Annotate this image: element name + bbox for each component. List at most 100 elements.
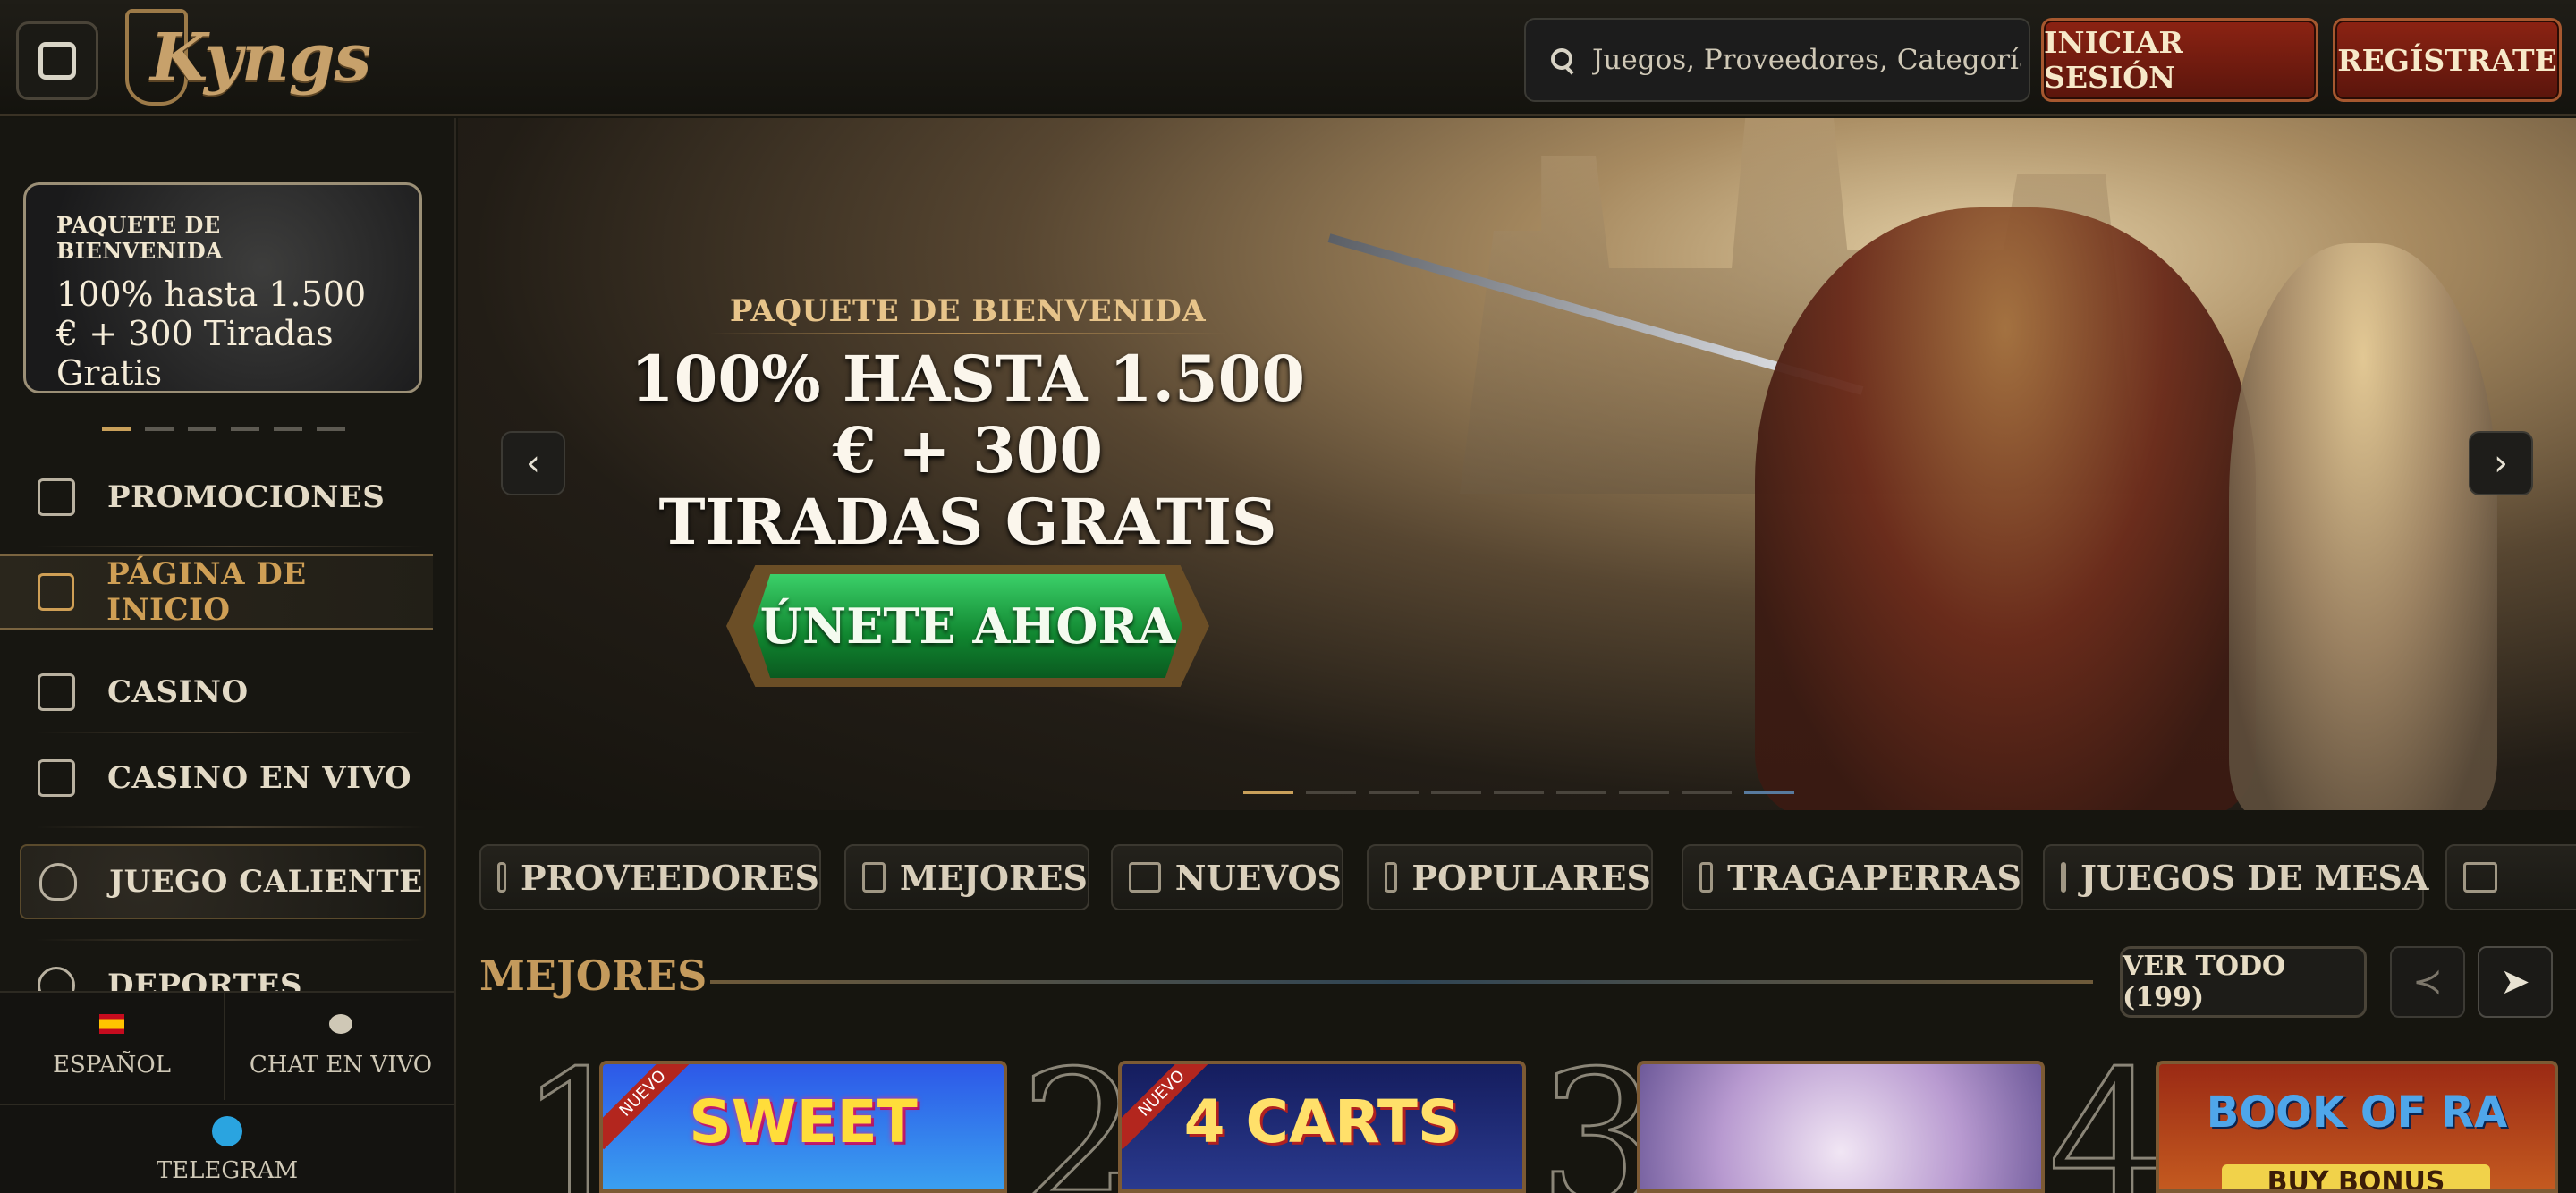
telegram-icon (212, 1116, 242, 1146)
search-box[interactable] (1524, 18, 2030, 102)
sidebar-item-label: CASINO (107, 674, 249, 710)
carousel-dot[interactable] (231, 427, 259, 431)
flame-icon (1385, 862, 1398, 893)
category-bar: PROVEEDORES MEJORES NUEVOS POPULARES TRA… (479, 844, 2576, 912)
menu-icon (38, 42, 76, 80)
carousel-dot[interactable] (1556, 791, 1606, 794)
spain-flag-icon (99, 1014, 124, 1034)
chest-icon (1129, 862, 1161, 893)
sidebar-item-casino[interactable]: CASINO (0, 655, 433, 730)
category-label: POPULARES (1411, 857, 1651, 898)
game-card[interactable]: BOOK OF RA BUY BONUS (2156, 1061, 2558, 1193)
see-all-button[interactable]: VER TODO (199) (2120, 946, 2367, 1018)
hero-prev-button[interactable]: ‹ (501, 431, 565, 495)
carousel-dot[interactable] (1682, 791, 1732, 794)
cta-label: ÚNETE AHORA (753, 574, 1182, 678)
chat-bubble-icon (329, 1014, 352, 1034)
cards-icon (38, 759, 75, 797)
carousel-dot[interactable] (274, 427, 302, 431)
top-bar: Kyngs INICIAR SESIÓN REGÍSTRATE (0, 0, 2576, 116)
game-title: 4 CARTS (1183, 1087, 1461, 1156)
sidebar-item-label: JUEGO CALIENTE (109, 864, 423, 900)
rank-number: 4 (2047, 1030, 2170, 1193)
category-chip-more[interactable] (2445, 844, 2576, 910)
carousel-dot[interactable] (1306, 791, 1356, 794)
promo-offer: 100% hasta 1.500 € + 300 Tiradas Gratis (56, 275, 367, 393)
language-selector[interactable]: ESPAÑOL (0, 993, 225, 1100)
queen-illustration (2229, 243, 2497, 810)
welcome-promo-card[interactable]: PAQUETE DE BIENVENIDA 100% hasta 1.500 €… (23, 182, 422, 393)
games-next-button[interactable]: ➤ (2478, 946, 2553, 1018)
sidebar-item-label: PROMOCIONES (107, 479, 386, 515)
game-title: SWEET (689, 1087, 918, 1156)
language-label: ESPAÑOL (52, 1052, 171, 1079)
hero-headline-line2: TIRADAS GRATIS (658, 485, 1277, 559)
carousel-dot[interactable] (317, 427, 345, 431)
sidebar-item-label: PÁGINA DE INICIO (106, 556, 307, 628)
category-label: TRAGAPERRAS (1727, 857, 2021, 898)
carousel-dot[interactable] (1243, 791, 1293, 794)
sidebar-item-promociones[interactable]: PROMOCIONES (0, 460, 433, 535)
carousel-dot[interactable] (1431, 791, 1481, 794)
hero-headline: 100% HASTA 1.500 € + 300 TIRADAS GRATIS (601, 343, 1335, 558)
sidebar-footer: ESPAÑOL CHAT EN VIVO TELEGRAM (0, 991, 454, 1193)
category-label: NUEVOS (1174, 857, 1342, 898)
divider (36, 939, 426, 941)
casino-building-icon (38, 673, 75, 711)
register-button[interactable]: REGÍSTRATE (2333, 18, 2562, 102)
hero-carousel-dots (1243, 791, 1794, 794)
live-chat-button[interactable]: CHAT EN VIVO (227, 993, 454, 1100)
carousel-dot[interactable] (1619, 791, 1669, 794)
lightning-icon (862, 862, 886, 893)
game-card[interactable]: NUEVO 4 CARTS (1118, 1061, 1526, 1193)
carousel-dot[interactable] (188, 427, 216, 431)
promo-kicker: PAQUETE DE BIENVENIDA (56, 212, 224, 264)
category-label: MEJORES (899, 857, 1088, 898)
carousel-dot[interactable] (1744, 791, 1794, 794)
drops-wins-icon (2463, 862, 2497, 893)
sidebar-item-inicio[interactable]: PÁGINA DE INICIO (0, 554, 433, 630)
carousel-dot[interactable] (102, 427, 131, 431)
sidebar-item-casino-en-vivo[interactable]: CASINO EN VIVO (0, 740, 433, 816)
hero-headline-line1: 100% HASTA 1.500 € + 300 (630, 342, 1306, 487)
divider (36, 732, 426, 733)
brand-name: Kyngs (150, 20, 371, 97)
brand-logo[interactable]: Kyngs (125, 9, 371, 107)
hero-next-button[interactable]: › (2469, 431, 2533, 495)
game-title: BOOK OF RA (2206, 1087, 2508, 1138)
sidebar: PAQUETE DE BIENVENIDA 100% hasta 1.500 €… (0, 118, 456, 1193)
category-chip-tragaperras[interactable]: TRAGAPERRAS (1682, 844, 2023, 910)
game-subtitle: BUY BONUS (2222, 1164, 2490, 1189)
table-cards-icon (2061, 862, 2066, 893)
category-chip-proveedores[interactable]: PROVEEDORES (479, 844, 821, 910)
search-input[interactable] (1592, 44, 2021, 76)
gift-icon (38, 478, 75, 516)
game-card[interactable]: NUEVO SWEET (599, 1061, 1007, 1193)
game-card[interactable] (1637, 1061, 2045, 1193)
sidebar-item-juego-caliente[interactable]: JUEGO CALIENTE (20, 844, 426, 919)
slot-reels-icon (1699, 862, 1714, 893)
telegram-label: TELEGRAM (156, 1157, 299, 1184)
search-icon (1549, 47, 1576, 73)
join-now-button[interactable]: ÚNETE AHORA (726, 565, 1209, 687)
sidebar-item-label: CASINO EN VIVO (107, 760, 411, 796)
carousel-dot[interactable] (1494, 791, 1544, 794)
carousel-dot[interactable] (1368, 791, 1419, 794)
category-label: PROVEEDORES (520, 857, 819, 898)
games-prev-button[interactable]: ≺ (2390, 946, 2465, 1018)
carousel-dot[interactable] (145, 427, 174, 431)
section-rule (710, 980, 2093, 984)
hero-banner[interactable]: PAQUETE DE BIENVENIDA 100% HASTA 1.500 €… (458, 118, 2576, 810)
hero-kicker-rule (708, 333, 1227, 334)
menu-toggle-button[interactable] (16, 21, 98, 100)
category-chip-nuevos[interactable]: NUEVOS (1111, 844, 1343, 910)
telegram-link[interactable]: TELEGRAM (0, 1104, 454, 1193)
category-chip-juegos-de-mesa[interactable]: JUEGOS DE MESA (2043, 844, 2428, 910)
divider (36, 546, 426, 547)
category-chip-populares[interactable]: POPULARES (1367, 844, 1653, 910)
category-chip-mejores[interactable]: MEJORES (844, 844, 1089, 910)
castle-icon (38, 573, 75, 611)
login-button[interactable]: INICIAR SESIÓN (2041, 18, 2318, 102)
section-title: MEJORES (479, 952, 708, 1000)
king-illustration (1755, 207, 2256, 810)
